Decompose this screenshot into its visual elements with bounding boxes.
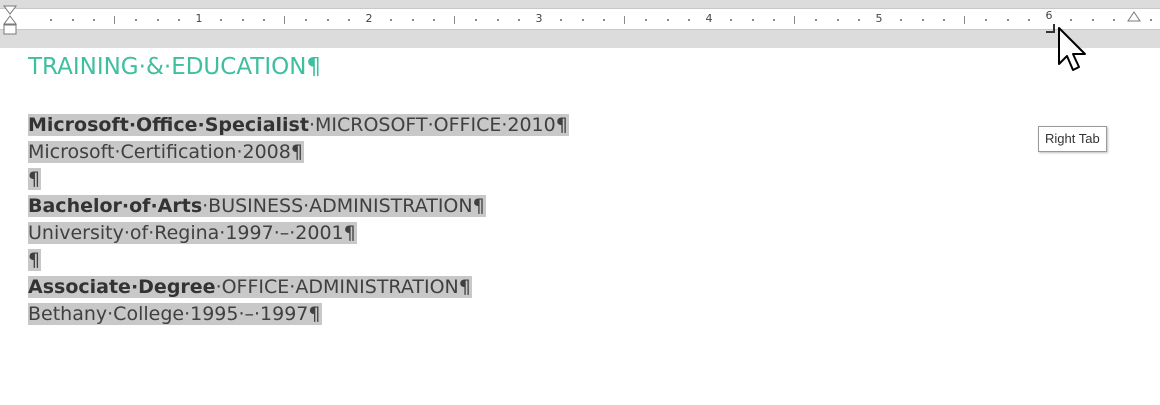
arrow-cursor-icon <box>1058 27 1086 71</box>
ruler-tick <box>412 19 414 21</box>
line-text: University·of·Regina·1997·–·2001¶ <box>28 222 356 244</box>
ruler-tick <box>943 19 945 21</box>
document-line: University·of·Regina·1997·–·2001¶ <box>28 220 569 247</box>
paragraph-mark: ¶ <box>28 168 41 190</box>
section-heading: TRAINING·&·EDUCATION¶ <box>28 54 322 80</box>
ruler-number: 3 <box>535 12 543 25</box>
ruler-half-inch-tick <box>284 16 285 24</box>
document-body[interactable]: TRAINING·&·EDUCATION¶ <box>28 52 1148 82</box>
ruler-tick <box>93 19 95 21</box>
degree-title: Associate·Degree <box>28 276 216 298</box>
document-line: Bethany·College·1995·–·1997¶ <box>28 301 569 328</box>
ruler-number: 2 <box>365 12 373 25</box>
ruler-tick <box>518 19 520 21</box>
ruler-tick <box>837 19 839 21</box>
ruler-tick <box>688 19 690 21</box>
ruler-tick <box>327 19 329 21</box>
hanging-indent-marker-icon[interactable] <box>3 5 17 37</box>
ruler-tick <box>220 19 222 21</box>
ruler-tick <box>72 19 74 21</box>
document-line: Microsoft·Office·Specialist·MICROSOFT·OF… <box>28 112 569 139</box>
document-line: ¶ <box>28 247 569 274</box>
ruler-tick <box>50 19 52 21</box>
line-text: ·OFFICE·ADMINISTRATION¶ <box>215 276 471 298</box>
line-text: ·MICROSOFT·OFFICE·2010¶ <box>308 114 568 136</box>
ruler-tick <box>815 19 817 21</box>
ruler-tick <box>135 19 137 21</box>
line-text: Bethany·College·1995·–·1997¶ <box>28 303 321 325</box>
document-line: Bachelor·of·Arts·BUSINESS·ADMINISTRATION… <box>28 193 569 220</box>
line-text: Microsoft·Certification·2008¶ <box>28 141 303 163</box>
horizontal-ruler[interactable]: 1 2 3 4 5 6 <box>0 8 1160 30</box>
ruler-number: 1 <box>195 12 203 25</box>
ruler-number: 4 <box>705 12 713 25</box>
ruler-half-inch-tick <box>964 16 965 24</box>
ruler-tick <box>900 19 902 21</box>
ruler-tick <box>560 19 562 21</box>
ruler-tick <box>242 19 244 21</box>
degree-title: Microsoft·Office·Specialist <box>28 114 309 136</box>
document-line: Associate·Degree·OFFICE·ADMINISTRATION¶ <box>28 274 569 301</box>
ruler-tick <box>1007 19 1009 21</box>
ruler-tick-icon <box>1150 19 1152 21</box>
ruler-number: 5 <box>875 12 883 25</box>
document-line: Microsoft·Certification·2008¶ <box>28 139 569 166</box>
ruler-tick <box>752 19 754 21</box>
ruler-half-inch-tick <box>794 16 795 24</box>
ruler-tick <box>1113 19 1115 21</box>
ruler-tick <box>263 19 265 21</box>
ruler-tick <box>433 19 435 21</box>
ruler-tick <box>348 19 350 21</box>
ruler-half-inch-tick <box>624 16 625 24</box>
ruler-tick <box>985 19 987 21</box>
ruler-half-inch-tick <box>114 16 115 24</box>
right-indent-marker-icon[interactable] <box>1127 11 1141 23</box>
ruler-tick <box>582 19 584 21</box>
degree-title: Bachelor·of·Arts <box>28 195 203 217</box>
ruler-tick <box>858 19 860 21</box>
ruler-tick <box>645 19 647 21</box>
ruler-tick <box>390 19 392 21</box>
ruler-tick <box>497 19 499 21</box>
ruler-tick <box>475 19 477 21</box>
ruler-tick <box>305 19 307 21</box>
ruler-tick <box>922 19 924 21</box>
ruler-tick <box>1028 19 1030 21</box>
ruler-tick <box>667 19 669 21</box>
ruler-tick <box>178 19 180 21</box>
paragraph-mark: ¶ <box>28 249 41 271</box>
document-line: ¶ <box>28 166 569 193</box>
right-tab-stop-icon[interactable] <box>1046 24 1056 34</box>
ruler-tick <box>603 19 605 21</box>
ruler-number: 6 <box>1045 9 1053 22</box>
ruler-tick <box>1070 19 1072 21</box>
tooltip: Right Tab <box>1038 126 1107 152</box>
education-entries[interactable]: Microsoft·Office·Specialist·MICROSOFT·OF… <box>28 112 569 328</box>
line-text: ·BUSINESS·ADMINISTRATION¶ <box>202 195 485 217</box>
ruler-half-inch-tick <box>454 16 455 24</box>
ruler-tick <box>730 19 732 21</box>
ruler-tick <box>773 19 775 21</box>
ruler-tick <box>1092 19 1094 21</box>
ruler-tick <box>157 19 159 21</box>
word-document-view: 1 2 3 4 5 6 TRAINING·&·EDUCATION¶ Micros… <box>0 0 1160 405</box>
